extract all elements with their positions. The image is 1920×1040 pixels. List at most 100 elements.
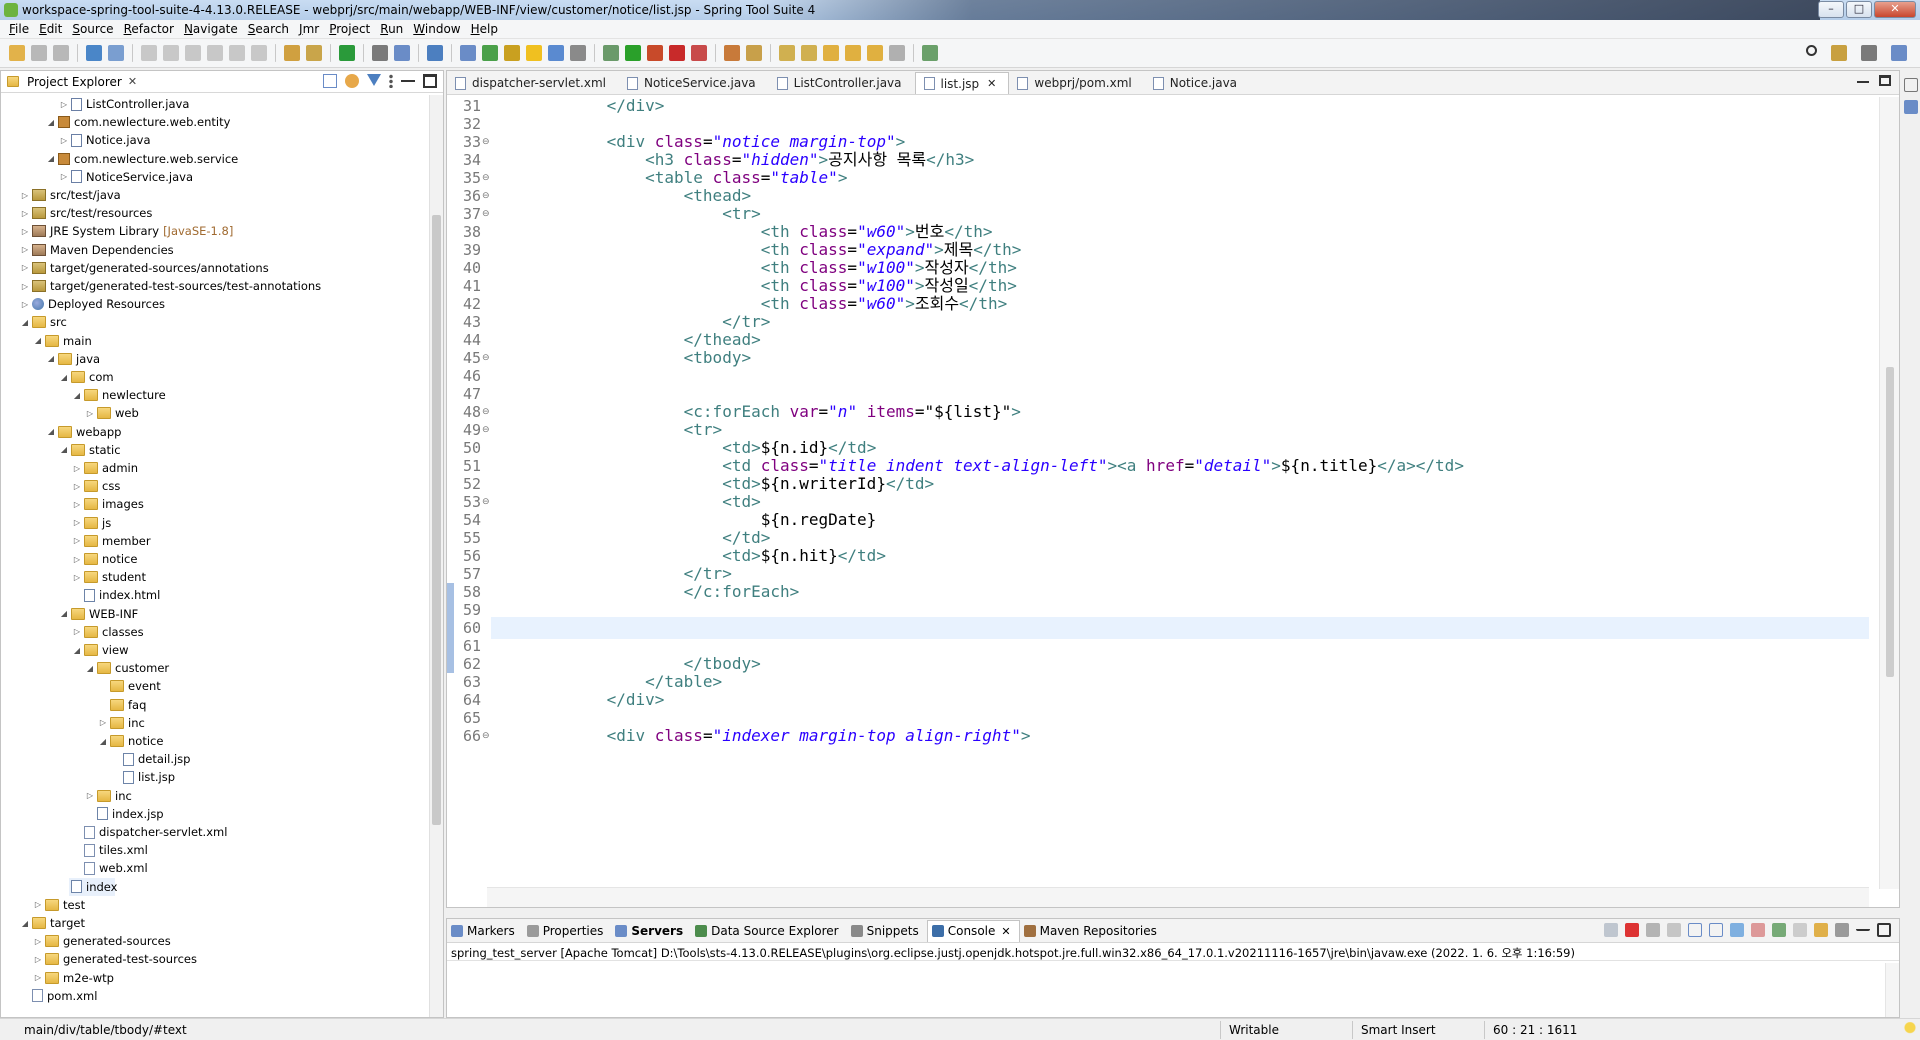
collapsed-arrow-icon[interactable]: ▷: [20, 245, 30, 254]
menu-search[interactable]: Search: [243, 22, 294, 36]
minimize-editor-icon[interactable]: [1857, 75, 1869, 83]
collapsed-arrow-icon[interactable]: ▷: [72, 500, 82, 509]
clear-console-icon[interactable]: [1667, 923, 1681, 937]
view-menu-icon[interactable]: [1835, 923, 1849, 937]
editor-tab[interactable]: ListController.java: [769, 72, 915, 94]
toolbar-button-icon[interactable]: [284, 45, 300, 61]
bottom-tab-snippets[interactable]: Snippets: [847, 920, 927, 942]
toolbar-button-icon[interactable]: [823, 45, 839, 61]
tip-bulb-icon[interactable]: [1904, 1022, 1916, 1036]
remove-launch-icon[interactable]: [1604, 923, 1618, 937]
tree-item[interactable]: dispatcher-servlet.xml: [1, 823, 227, 841]
expanded-arrow-icon[interactable]: ◢: [72, 391, 82, 400]
collapse-all-icon[interactable]: [323, 74, 337, 88]
restore-icon[interactable]: [1904, 78, 1918, 92]
expanded-arrow-icon[interactable]: ◢: [46, 154, 56, 163]
tree-item[interactable]: ◢ WEB-INF: [1, 605, 138, 623]
minimize-button[interactable]: –: [1818, 1, 1844, 18]
collapsed-arrow-icon[interactable]: ▷: [33, 937, 43, 946]
editor-horizontal-scrollbar[interactable]: [487, 887, 1869, 907]
minimize-view-icon[interactable]: [401, 74, 415, 82]
toolbar-button-icon[interactable]: [427, 45, 443, 61]
expanded-arrow-icon[interactable]: ◢: [98, 737, 108, 746]
tree-item[interactable]: ▷ generated-test-sources: [1, 950, 197, 968]
spring-perspective-icon[interactable]: [1891, 45, 1907, 61]
expanded-arrow-icon[interactable]: ◢: [46, 354, 56, 363]
collapsed-arrow-icon[interactable]: ▷: [20, 300, 30, 309]
collapsed-arrow-icon[interactable]: ▷: [33, 900, 43, 909]
toolbar-button-icon[interactable]: [504, 45, 520, 61]
toolbar-button-icon[interactable]: [31, 45, 47, 61]
toolbar-button-icon[interactable]: [394, 45, 410, 61]
tree-item[interactable]: index.jsp: [1, 805, 164, 823]
maximize-view-icon[interactable]: [1877, 923, 1891, 937]
toolbar-button-icon[interactable]: [889, 45, 905, 61]
expanded-arrow-icon[interactable]: ◢: [59, 373, 69, 382]
collapsed-arrow-icon[interactable]: ▷: [72, 482, 82, 491]
editor-scroll-thumb[interactable]: [1886, 367, 1894, 677]
menu-jmr[interactable]: Jmr: [294, 22, 324, 36]
tree-item[interactable]: tiles.xml: [1, 841, 148, 859]
minimize-view-icon[interactable]: [1856, 923, 1870, 931]
editor-tab[interactable]: Notice.java: [1145, 72, 1250, 94]
bottom-tab-maven-repositories[interactable]: Maven Repositories: [1020, 920, 1165, 942]
open-perspective-icon[interactable]: [1831, 45, 1847, 61]
tree-item[interactable]: ▷ generated-sources: [1, 932, 171, 950]
tree-item[interactable]: faq: [1, 696, 146, 714]
toolbar-button-icon[interactable]: [867, 45, 883, 61]
tree-item[interactable]: ▷ src/test/java: [1, 186, 121, 204]
bottom-tab-servers[interactable]: Servers: [611, 920, 691, 942]
tree-item[interactable]: index.html: [1, 586, 160, 604]
tree-item[interactable]: ▷ Deployed Resources: [1, 295, 165, 313]
toolbar-button-icon[interactable]: [306, 45, 322, 61]
tree-item[interactable]: ◢ newlecture: [1, 386, 166, 404]
tree-item[interactable]: ▷ inc: [1, 787, 132, 805]
collapsed-arrow-icon[interactable]: ▷: [85, 791, 95, 800]
toolbar-button-icon[interactable]: [251, 45, 267, 61]
toolbar-button-icon[interactable]: [779, 45, 795, 61]
menu-file[interactable]: File: [4, 22, 34, 36]
collapsed-arrow-icon[interactable]: ▷: [59, 136, 69, 145]
fold-toggle-icon[interactable]: ⊖: [482, 725, 490, 747]
tree-item[interactable]: ▷ member: [1, 532, 151, 550]
tree-item[interactable]: ▷ ListController.java: [1, 95, 189, 113]
collapsed-arrow-icon[interactable]: ▷: [20, 191, 30, 200]
explorer-scroll-thumb[interactable]: [432, 215, 441, 825]
tree-item[interactable]: ◢ notice: [1, 732, 164, 750]
maximize-view-icon[interactable]: [423, 74, 437, 88]
tree-item[interactable]: ▷ admin: [1, 459, 138, 477]
fold-toggle-icon[interactable]: ⊖: [482, 347, 490, 369]
toolbar-button-icon[interactable]: [548, 45, 564, 61]
tree-item[interactable]: ◢ com.newlecture.web.service: [1, 150, 238, 168]
toolbar-button-icon[interactable]: [185, 45, 201, 61]
editor-tab[interactable]: list.jsp ✕: [914, 72, 1010, 94]
toolbar-button-icon[interactable]: [625, 45, 641, 61]
toolbar-button-icon[interactable]: [845, 45, 861, 61]
tree-item[interactable]: ◢ target: [1, 914, 85, 932]
tree-item[interactable]: ▷ Maven Dependencies: [1, 241, 174, 259]
collapsed-arrow-icon[interactable]: ▷: [20, 263, 30, 272]
bottom-tab-properties[interactable]: Properties: [523, 920, 612, 942]
tree-item[interactable]: ▷ css: [1, 477, 120, 495]
tree-item[interactable]: ▷ notice: [1, 550, 138, 568]
expanded-arrow-icon[interactable]: ◢: [59, 609, 69, 618]
remove-all-icon[interactable]: [1646, 923, 1660, 937]
fold-toggle-icon[interactable]: ⊖: [482, 419, 490, 441]
toolbar-button-icon[interactable]: [603, 45, 619, 61]
collapsed-arrow-icon[interactable]: ▷: [33, 955, 43, 964]
collapsed-arrow-icon[interactable]: ▷: [72, 573, 82, 582]
expanded-arrow-icon[interactable]: ◢: [20, 318, 30, 327]
pin-console-icon[interactable]: [1772, 923, 1786, 937]
editor-tab[interactable]: NoticeService.java: [619, 72, 769, 94]
tree-item[interactable]: ◢ view: [1, 641, 129, 659]
toolbar-button-icon[interactable]: [207, 45, 223, 61]
collapsed-arrow-icon[interactable]: ▷: [72, 627, 82, 636]
toolbar-button-icon[interactable]: [647, 45, 663, 61]
toolbar-button-icon[interactable]: [801, 45, 817, 61]
collapsed-arrow-icon[interactable]: ▷: [20, 227, 30, 236]
tree-item[interactable]: index: [69, 877, 117, 896]
outline-icon[interactable]: [1904, 100, 1918, 114]
tree-item[interactable]: pom.xml: [1, 987, 97, 1005]
tree-item[interactable]: ▷ js: [1, 514, 111, 532]
tree-item[interactable]: ▷ src/test/resources: [1, 204, 152, 222]
